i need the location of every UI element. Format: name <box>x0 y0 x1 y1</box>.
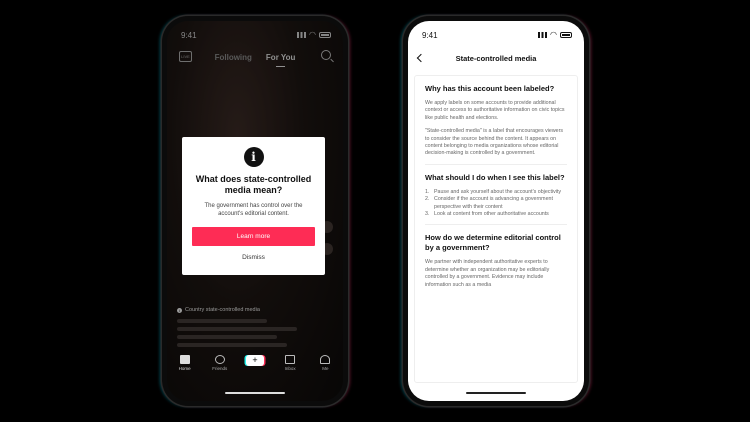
phone-mockup-right: 9:41 ◠ State-controlled media Why has th… <box>403 16 589 406</box>
blurred-caption-line <box>177 319 267 323</box>
info-small-icon: i <box>177 307 182 313</box>
friends-icon <box>214 355 225 364</box>
blurred-caption-line <box>177 343 287 347</box>
section-heading: What should I do when I see this label? <box>425 172 565 182</box>
wifi-icon: ◠ <box>550 30 557 39</box>
home-indicator[interactable] <box>225 391 285 394</box>
divider <box>425 163 567 165</box>
section-heading: How do we determine editorial control by… <box>425 233 561 253</box>
dialog-body: The government has control over the acco… <box>204 203 303 217</box>
battery-icon <box>560 32 572 38</box>
state-media-label-text: Country state-controlled media <box>185 307 260 313</box>
list-item-text: Consider if the account is advancing a g… <box>434 196 553 210</box>
blurred-caption-line <box>177 335 277 339</box>
home-indicator[interactable] <box>466 391 526 394</box>
page-header: State-controlled media <box>408 49 584 69</box>
nav-label: Home <box>178 366 191 371</box>
phone-mockup-left: 9:41 ◠ LIVE Following For You i What doe… <box>162 16 348 406</box>
list-item-text: Look at content from other authoritative… <box>434 211 549 218</box>
list-item: 1. Pause and ask yourself about the accou… <box>425 188 562 195</box>
bottom-nav: Home Friends + Inbox Me <box>167 355 343 381</box>
signal-icon <box>538 32 548 38</box>
profile-icon <box>320 355 331 364</box>
home-icon <box>179 355 190 364</box>
blurred-caption-line <box>177 327 297 331</box>
nav-inbox[interactable]: Inbox <box>276 355 304 371</box>
divider <box>425 224 567 226</box>
section-paragraph: We apply labels on some accounts to prov… <box>425 100 565 121</box>
dismiss-button[interactable]: Dismiss <box>182 254 325 261</box>
inbox-icon <box>285 355 296 364</box>
list-item-text: Pause and ask yourself about the account… <box>434 188 562 195</box>
section-heading: Why has this account been labeled? <box>425 84 555 93</box>
section-paragraph: We partner with independent authoritativ… <box>425 259 550 288</box>
info-content: Why has this account been labeled? We ap… <box>414 75 578 383</box>
back-arrow-icon[interactable] <box>416 53 426 63</box>
nav-home[interactable]: Home <box>171 355 199 371</box>
learn-more-button[interactable]: Learn more <box>192 227 315 246</box>
nav-me[interactable]: Me <box>311 355 339 371</box>
nav-create[interactable]: + <box>241 355 269 366</box>
status-time: 9:41 <box>422 30 438 40</box>
dialog-title: What does state-controlled media mean? <box>195 174 312 195</box>
info-dialog: i What does state-controlled media mean?… <box>182 137 325 275</box>
info-icon: i <box>243 147 264 167</box>
status-bar: 9:41 ◠ <box>422 29 572 41</box>
create-icon: + <box>245 355 264 366</box>
list-item: 3. Look at content from other authoritati… <box>425 211 549 218</box>
nav-label: Me <box>322 366 329 371</box>
nav-label: Inbox <box>284 366 296 371</box>
page-title: State-controlled media <box>455 54 537 63</box>
list-item: 2. Consider if the account is advancing a… <box>425 196 567 211</box>
nav-label: Friends <box>212 366 228 371</box>
video-feed-screen: 9:41 ◠ LIVE Following For You i What doe… <box>167 21 343 401</box>
nav-friends[interactable]: Friends <box>206 355 234 371</box>
section-paragraph: "State-controlled media" is a label that… <box>425 128 564 157</box>
info-page-screen: 9:41 ◠ State-controlled media Why has th… <box>408 21 584 401</box>
state-media-label[interactable]: i Country state-controlled media <box>177 307 260 313</box>
